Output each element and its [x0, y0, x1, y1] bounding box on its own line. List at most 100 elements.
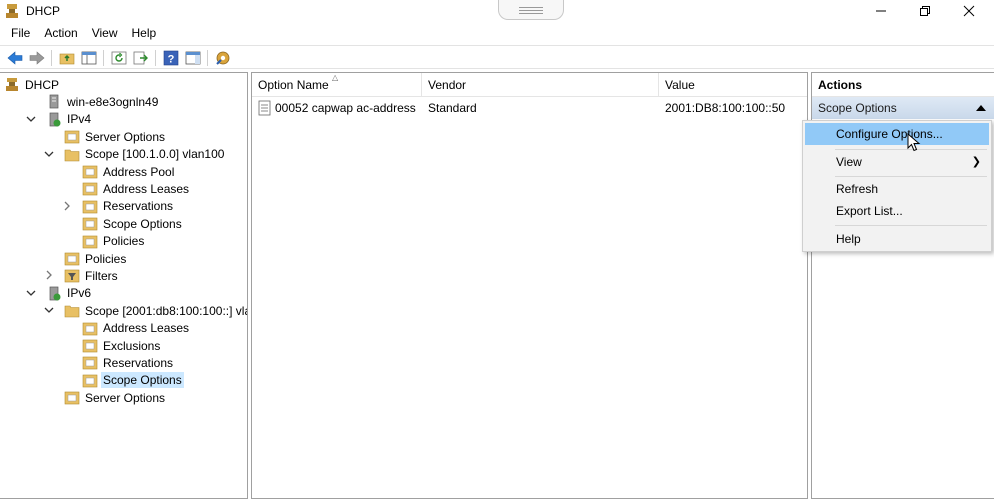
tree-item[interactable]: IPv6 — [26, 285, 93, 302]
chevron-down-icon[interactable] — [44, 149, 54, 159]
tree-item[interactable]: Scope Options — [82, 372, 184, 389]
chevron-down-icon[interactable] — [44, 305, 54, 315]
restore-button[interactable] — [902, 0, 948, 22]
menu-help[interactable]: Help — [125, 22, 164, 44]
tree-item[interactable]: Exclusions — [82, 337, 162, 354]
tree-item-label: IPv4 — [67, 112, 92, 127]
back-arrow-icon[interactable] — [6, 49, 24, 67]
scope-options-icon — [82, 217, 98, 231]
chevron-right-icon[interactable] — [62, 201, 72, 211]
tree-item[interactable]: Scope Options — [82, 215, 184, 232]
menu-item-view[interactable]: View ❯ — [805, 151, 989, 173]
table-row[interactable]: 00052 capwap ac-address Standard 2001:DB… — [252, 99, 807, 117]
tree-item-label: Scope [2001:db8:100:100::] vlan100 — [85, 303, 247, 318]
server-icon — [49, 95, 59, 109]
server-options-icon — [64, 391, 80, 405]
dhcp-server-properties-icon[interactable] — [214, 49, 232, 67]
refresh-icon[interactable] — [110, 49, 128, 67]
menu-item-configure-options[interactable]: Configure Options... — [805, 123, 989, 145]
tree-item[interactable]: DHCP — [4, 76, 61, 93]
chevron-down-icon[interactable] — [26, 114, 36, 124]
tree-item[interactable]: Filters — [46, 267, 120, 284]
tree-item[interactable]: Policies — [64, 250, 128, 267]
reservations-icon — [82, 357, 98, 370]
actions-section-label: Scope Options — [818, 101, 897, 115]
menu-item-view-label: View — [836, 155, 862, 169]
show-hide-console-tree-icon[interactable] — [80, 49, 98, 67]
option-name-cell: 00052 capwap ac-address — [275, 101, 416, 115]
title-bar: DHCP — [0, 0, 994, 22]
tablet-grip[interactable] — [498, 0, 564, 20]
menu-item-help[interactable]: Help — [805, 228, 989, 250]
column-value-label: Value — [665, 78, 695, 92]
policies-icon — [64, 252, 80, 266]
close-icon — [963, 5, 975, 17]
svg-text:?: ? — [168, 54, 175, 66]
tree-item[interactable]: Address Leases — [82, 320, 191, 337]
column-option-name[interactable]: Option Name △ — [252, 73, 422, 97]
tree-item-label: Address Pool — [103, 164, 175, 179]
tree-item[interactable]: Policies — [82, 233, 146, 250]
column-value[interactable]: Value — [659, 73, 807, 97]
vendor-cell: Standard — [428, 101, 477, 115]
address-leases-icon — [82, 183, 98, 196]
export-list-icon[interactable] — [132, 49, 150, 67]
tree-item[interactable]: IPv4 — [26, 111, 93, 128]
tree-item-label: Scope Options — [101, 372, 184, 389]
tree-item[interactable]: Reservations — [64, 198, 175, 215]
up-folder-icon[interactable] — [58, 49, 76, 67]
column-option-name-label: Option Name — [258, 78, 329, 92]
tree-item-label: Server Options — [85, 129, 166, 144]
tree-item-label: Address Leases — [103, 321, 190, 336]
forward-arrow-icon[interactable] — [28, 49, 46, 67]
scope-options-icon — [82, 374, 98, 388]
tree-item[interactable]: Scope [100.1.0.0] vlan100 — [44, 146, 226, 163]
menu-item-export-list[interactable]: Export List... — [805, 200, 989, 222]
menu-file[interactable]: File — [4, 22, 37, 44]
tree-item[interactable]: Address Pool — [82, 163, 176, 180]
actions-section-scope-options[interactable]: Scope Options — [812, 97, 994, 119]
chevron-right-icon[interactable] — [44, 270, 54, 280]
tree-item-label: Scope [100.1.0.0] vlan100 — [85, 147, 225, 162]
tree-item-label: Policies — [103, 234, 145, 249]
address-pool-icon — [82, 165, 98, 179]
column-vendor-label: Vendor — [428, 78, 467, 92]
tree-item[interactable]: Server Options — [64, 389, 167, 406]
tree-item-label: Exclusions — [103, 338, 161, 353]
tree-item-label: Address Leases — [103, 181, 190, 196]
collapse-up-icon[interactable] — [976, 105, 986, 111]
list-header: Option Name △ Vendor Value — [252, 73, 807, 97]
help-icon[interactable]: ? — [162, 49, 180, 67]
restore-icon — [920, 6, 930, 16]
policies-icon — [82, 235, 98, 248]
tree-item[interactable]: win-e8e3ognln49 — [46, 93, 160, 110]
menu-bar: File Action View Help — [0, 22, 994, 44]
tree-item-label: DHCP — [25, 77, 60, 92]
tree-item-label: Server Options — [85, 390, 166, 405]
tree-item-label: Filters — [85, 268, 118, 283]
menu-action[interactable]: Action — [37, 22, 84, 44]
column-vendor[interactable]: Vendor — [422, 73, 659, 97]
chevron-right-icon: ❯ — [971, 156, 981, 168]
tree-item[interactable]: Reservations — [82, 354, 175, 371]
tree-item[interactable]: Scope [2001:db8:100:100::] vlan100 — [44, 302, 247, 319]
reservations-icon — [82, 200, 98, 214]
tree-item-label: Policies — [85, 251, 127, 266]
tree-item-label: Reservations — [103, 355, 174, 370]
context-menu: Configure Options... View ❯ Refresh Expo… — [802, 120, 992, 252]
server-options-icon — [64, 130, 80, 144]
close-button[interactable] — [946, 0, 992, 22]
window-title: DHCP — [26, 4, 61, 18]
tree-item-label: IPv6 — [67, 286, 92, 301]
ipv6-icon — [49, 286, 61, 301]
menu-view[interactable]: View — [85, 22, 125, 44]
show-hide-action-pane-icon[interactable] — [184, 49, 202, 67]
toolbar: ? — [0, 45, 994, 69]
menu-item-refresh[interactable]: Refresh — [805, 178, 989, 200]
mouse-cursor-icon — [907, 133, 921, 152]
tree-item[interactable]: Server Options — [64, 128, 167, 145]
minimize-button[interactable] — [858, 0, 904, 22]
tree-item[interactable]: Address Leases — [82, 180, 191, 197]
dhcp-root-icon — [6, 78, 18, 91]
chevron-down-icon[interactable] — [26, 288, 36, 298]
